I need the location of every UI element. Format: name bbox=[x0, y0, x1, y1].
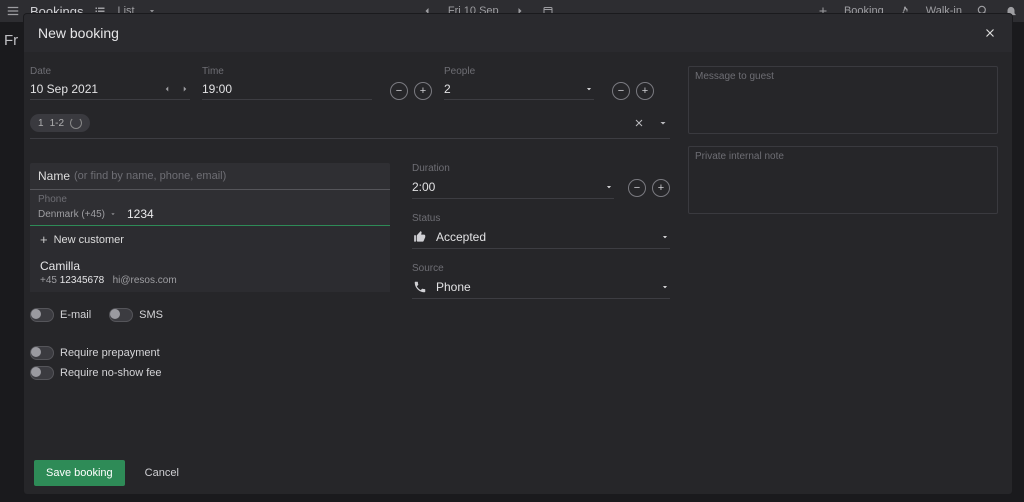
time-minus-button[interactable]: − bbox=[390, 82, 408, 100]
date-label: Date bbox=[30, 66, 190, 77]
chevron-down-icon[interactable] bbox=[656, 116, 670, 130]
people-label: People bbox=[444, 66, 594, 77]
toggle-icon bbox=[109, 308, 133, 322]
date-next-icon[interactable] bbox=[180, 84, 190, 94]
sms-toggle-label: SMS bbox=[139, 309, 163, 321]
noshow-toggle-label: Require no-show fee bbox=[60, 367, 162, 379]
customer-suggestions: + New customer Camilla +45 12345678 hi@r… bbox=[30, 226, 390, 292]
prepayment-toggle[interactable]: Require prepayment bbox=[30, 346, 390, 360]
name-input-label: Name bbox=[38, 169, 70, 183]
internal-note-label: Private internal note bbox=[695, 151, 991, 162]
duration-plus-button[interactable]: + bbox=[652, 179, 670, 197]
chevron-down-icon[interactable] bbox=[604, 182, 614, 192]
private-note-textarea[interactable]: Private internal note bbox=[688, 146, 998, 214]
loading-spinner-icon bbox=[70, 117, 82, 129]
thumbs-up-icon bbox=[412, 229, 428, 245]
close-icon[interactable] bbox=[982, 25, 998, 41]
bg-text-fragment: Fr bbox=[4, 32, 18, 49]
duration-value: 2:00 bbox=[412, 180, 435, 194]
toggle-icon bbox=[30, 346, 54, 360]
table-chip[interactable]: 1 1-2 bbox=[30, 114, 90, 132]
noshow-toggle[interactable]: Require no-show fee bbox=[30, 366, 390, 380]
modal-title: New booking bbox=[38, 25, 119, 41]
phone-field[interactable]: Phone Denmark (+45) 1234 bbox=[30, 190, 390, 226]
modal-footer: Save booking Cancel bbox=[24, 452, 1012, 494]
time-value: 19:00 bbox=[202, 82, 232, 96]
people-field[interactable]: People 2 bbox=[444, 66, 594, 100]
date-prev-icon[interactable] bbox=[162, 84, 172, 94]
table-chip-row: 1 1-2 bbox=[30, 114, 670, 139]
email-toggle[interactable]: E-mail bbox=[30, 308, 91, 322]
message-label: Message to guest bbox=[695, 71, 991, 82]
source-field[interactable]: Source Phone bbox=[412, 263, 670, 299]
time-field[interactable]: Time 19:00 bbox=[202, 66, 372, 100]
menu-icon[interactable] bbox=[6, 4, 20, 18]
chevron-down-icon[interactable] bbox=[660, 282, 670, 292]
modal-header: New booking bbox=[24, 14, 1012, 52]
new-customer-label: New customer bbox=[54, 234, 124, 246]
phone-icon bbox=[412, 279, 428, 295]
cancel-button[interactable]: Cancel bbox=[139, 466, 185, 480]
time-plus-button[interactable]: + bbox=[414, 82, 432, 100]
people-value: 2 bbox=[444, 82, 451, 96]
source-value: Phone bbox=[436, 280, 471, 294]
name-input[interactable]: Name (or find by name, phone, email) bbox=[30, 163, 390, 190]
phone-input-value: 1234 bbox=[127, 207, 154, 221]
plus-icon: + bbox=[40, 232, 48, 247]
phone-label: Phone bbox=[30, 190, 390, 205]
people-plus-button[interactable]: + bbox=[636, 82, 654, 100]
chevron-down-icon[interactable] bbox=[660, 232, 670, 242]
toggle-icon bbox=[30, 366, 54, 380]
phone-country-select[interactable]: Denmark (+45) bbox=[38, 209, 117, 220]
chip-seg1: 1 bbox=[38, 118, 44, 129]
customer-suggestion-item[interactable]: Camilla +45 12345678 hi@resos.com bbox=[30, 253, 390, 292]
sms-toggle[interactable]: SMS bbox=[109, 308, 163, 322]
date-value: 10 Sep 2021 bbox=[30, 82, 98, 96]
status-value: Accepted bbox=[436, 230, 486, 244]
phone-country-value: Denmark (+45) bbox=[38, 209, 105, 220]
people-minus-button[interactable]: − bbox=[612, 82, 630, 100]
time-label: Time bbox=[202, 66, 372, 77]
name-input-placeholder: (or find by name, phone, email) bbox=[74, 170, 226, 182]
status-label: Status bbox=[412, 213, 670, 224]
customer-name: Camilla bbox=[40, 259, 380, 273]
customer-subline: +45 12345678 hi@resos.com bbox=[40, 275, 380, 286]
status-field[interactable]: Status Accepted bbox=[412, 213, 670, 249]
date-field[interactable]: Date 10 Sep 2021 bbox=[30, 66, 190, 100]
save-button[interactable]: Save booking bbox=[34, 460, 125, 486]
message-to-guest-textarea[interactable]: Message to guest bbox=[688, 66, 998, 134]
toggle-icon bbox=[30, 308, 54, 322]
new-customer-option[interactable]: + New customer bbox=[30, 226, 390, 253]
new-booking-modal: New booking Date 10 Sep 2021 bbox=[24, 14, 1012, 494]
duration-minus-button[interactable]: − bbox=[628, 179, 646, 197]
source-label: Source bbox=[412, 263, 670, 274]
chip-seg2: 1-2 bbox=[50, 118, 64, 129]
people-dropdown-icon[interactable] bbox=[584, 84, 594, 94]
duration-field[interactable]: Duration 2:00 bbox=[412, 163, 614, 199]
prepayment-toggle-label: Require prepayment bbox=[60, 347, 160, 359]
email-toggle-label: E-mail bbox=[60, 309, 91, 321]
duration-label: Duration bbox=[412, 163, 614, 174]
clear-icon[interactable] bbox=[632, 116, 646, 130]
